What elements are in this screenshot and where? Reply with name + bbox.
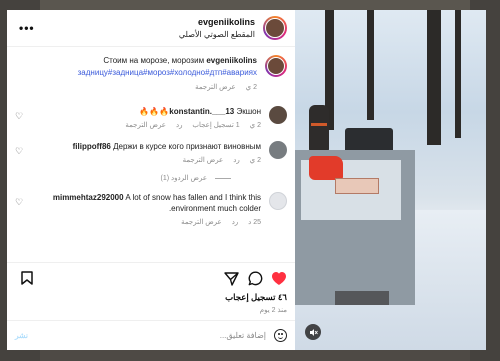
caption-avatar[interactable] — [265, 55, 287, 77]
photo-red-bag — [309, 156, 343, 180]
photo-tree — [427, 10, 441, 145]
comment-reply[interactable]: رد — [176, 122, 183, 129]
comment-likes[interactable]: 1 تسجيل إعجاب — [192, 122, 239, 129]
commenter-avatar[interactable] — [269, 141, 287, 159]
view-replies-label[interactable]: عرض الردود (1) — [160, 174, 207, 182]
caption-text: Стоим на морозе, морозим evgeniikolins — [15, 55, 257, 67]
comment-input[interactable] — [27, 331, 266, 340]
photo-tree — [455, 10, 461, 138]
comment-reply[interactable]: رد — [232, 219, 239, 226]
photo-person — [309, 105, 329, 151]
background-feed-top — [40, 0, 470, 10]
post-modal: evgeniikolins المقطع الصوتي الأصلي ••• С… — [7, 10, 486, 350]
more-icon[interactable]: ••• — [19, 21, 35, 35]
commenter-avatar[interactable] — [269, 192, 287, 210]
share-icon[interactable] — [223, 270, 239, 286]
commenter-avatar[interactable] — [269, 106, 287, 124]
comment-composer: نشر — [7, 320, 295, 350]
comment-item: filippoff86 Держи в курсе кого признают … — [15, 141, 287, 166]
background-feed-bottom — [40, 350, 470, 361]
comment-item: mimmehtaz292000 A lot of snow has fallen… — [15, 192, 287, 228]
caption-translate[interactable]: عرض الترجمة — [195, 84, 236, 91]
comment-item: konstantin.___13 Экшон🔥🔥🔥 2 ي 1 تسجيل إع… — [15, 106, 287, 131]
comment-heart-icon[interactable]: ♡ — [15, 197, 25, 207]
comment-username[interactable]: mimmehtaz292000 — [53, 193, 124, 202]
comment-heart-icon[interactable]: ♡ — [15, 111, 25, 121]
author-username[interactable]: evgeniikolins — [198, 17, 255, 27]
post-comment-button[interactable]: نشر — [15, 331, 28, 340]
heart-icon[interactable] — [271, 270, 287, 286]
caption-meta: 2 ي عرض الترجمة — [15, 82, 257, 94]
likes-count[interactable]: ٤٦ تسجيل إعجاب — [7, 292, 295, 304]
author-avatar[interactable] — [263, 16, 287, 40]
caption: Стоим на морозе, морозим evgeniikolins з… — [15, 55, 287, 94]
comment-age: 25 د — [248, 219, 261, 226]
replies-divider — [215, 177, 231, 179]
comment-heart-icon[interactable]: ♡ — [15, 146, 25, 156]
caption-hashtags[interactable]: задницу#задница#мороз#холодно#дтп#авария… — [15, 67, 257, 79]
audio-label[interactable]: المقطع الصوتي الأصلي — [179, 30, 255, 39]
photo-box — [335, 178, 379, 194]
photo-tree — [367, 10, 374, 120]
comment-icon[interactable] — [247, 270, 263, 286]
comment-text: Держи в курсе кого признают виновным — [113, 142, 261, 151]
comment-translate[interactable]: عرض الترجمة — [125, 122, 166, 129]
caption-username[interactable]: evgeniikolins — [206, 56, 257, 65]
post-date: منذ 2 يوم — [259, 307, 287, 314]
comments-list: Стоим на морозе, морозим evgeniikolins з… — [7, 47, 295, 262]
comment-age: 2 ي — [249, 157, 261, 164]
post-media[interactable] — [295, 10, 486, 350]
mute-icon[interactable] — [305, 324, 321, 340]
view-replies[interactable]: عرض الردود (1) — [15, 174, 231, 182]
comment-translate[interactable]: عرض الترجمة — [181, 219, 222, 226]
caption-message: Стоим на морозе, морозим — [103, 56, 205, 65]
emoji-icon[interactable] — [274, 329, 287, 342]
comment-text: A lot of snow has fallen and I think thi… — [125, 193, 261, 213]
comment-reply[interactable]: رد — [233, 157, 240, 164]
comment-username[interactable]: filippoff86 — [73, 142, 111, 151]
post-header: evgeniikolins المقطع الصوتي الأصلي ••• — [7, 10, 295, 47]
comment-age: 2 ي — [249, 122, 261, 129]
comment-translate[interactable]: عرض الترجمة — [183, 157, 224, 164]
bookmark-icon[interactable] — [19, 270, 35, 286]
post-details-panel: evgeniikolins المقطع الصوتي الأصلي ••• С… — [7, 10, 295, 350]
comment-username[interactable]: konstantin.___13 — [169, 107, 234, 116]
caption-age: 2 ي — [245, 84, 257, 91]
post-actions — [7, 262, 295, 292]
